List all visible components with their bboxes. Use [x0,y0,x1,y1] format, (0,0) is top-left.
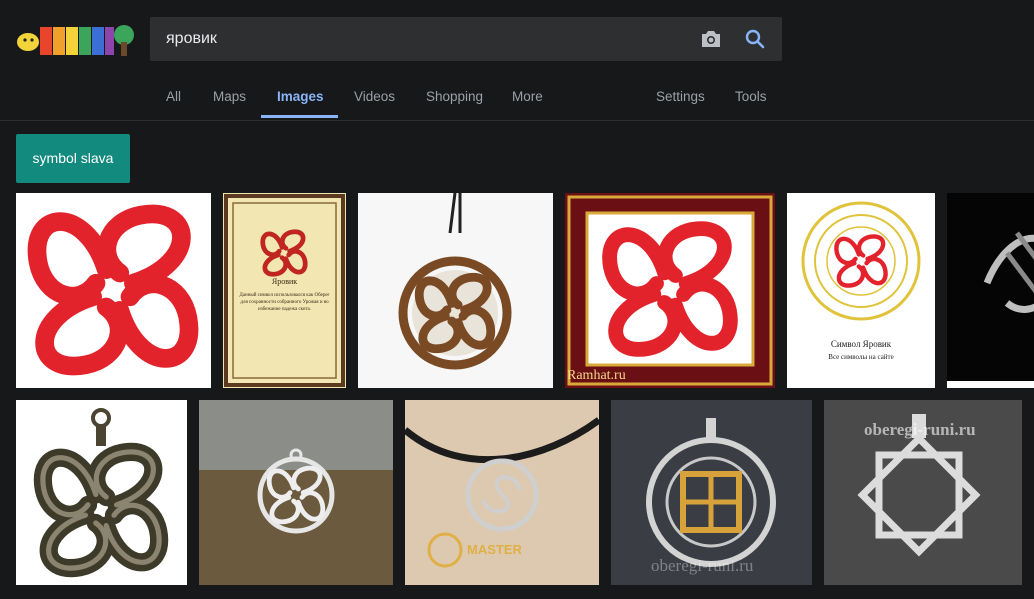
watermark-ramhat: Ramhat.ru [567,368,626,383]
search-icon[interactable] [744,28,766,55]
tab-all[interactable]: All [166,89,181,104]
image-result-bronze-pendant[interactable] [16,400,187,585]
search-box[interactable]: яровик [150,17,782,61]
watermark-oberegi-runi-top: oberegi-runi.ru [864,420,976,439]
watermark-master: MASTER [467,542,522,557]
image-result-red-symbol[interactable] [16,193,211,388]
tab-videos[interactable]: Videos [354,89,395,104]
settings-link[interactable]: Settings [656,89,705,104]
tab-shopping[interactable]: Shopping [426,89,483,104]
poster-title: Символ Яровик [830,339,892,349]
tab-more[interactable]: More [512,89,543,104]
header-divider [0,120,1034,121]
image-result-gold-inlay-pendant[interactable]: oberegi-runi.ru [611,400,812,585]
image-result-ornate-frame[interactable]: Ramhat.ru [565,193,775,388]
image-result-celtic-poster[interactable]: Символ Яровик Все символы на сайте [787,193,935,388]
image-result-pendant-on-leather[interactable]: MASTER [405,400,599,585]
image-result-star-pendant[interactable]: oberegi-runi.ru [824,400,1022,585]
tab-images[interactable]: Images [277,89,324,104]
related-search-chip[interactable]: symbol slava [16,134,130,183]
watermark-oberegi-runi: oberegi-runi.ru [651,556,754,575]
google-doodle-logo[interactable] [14,18,136,62]
image-result-wooden-pendant[interactable] [358,193,553,388]
camera-icon[interactable] [700,28,722,55]
active-tab-indicator [261,115,338,118]
image-result-silver-on-burlap[interactable] [199,400,393,585]
image-result-silver-knot[interactable] [947,193,1034,388]
card-text: Данный символ использовался как Оберег д… [239,293,330,312]
image-result-parchment-card[interactable]: Яровик Данный символ использовался как О… [223,193,346,388]
poster-subtitle: Все символы на сайте [828,353,894,361]
card-title: Яровик [271,277,298,286]
tools-link[interactable]: Tools [735,89,767,104]
tab-maps[interactable]: Maps [213,89,246,104]
search-input[interactable]: яровик [166,30,217,48]
